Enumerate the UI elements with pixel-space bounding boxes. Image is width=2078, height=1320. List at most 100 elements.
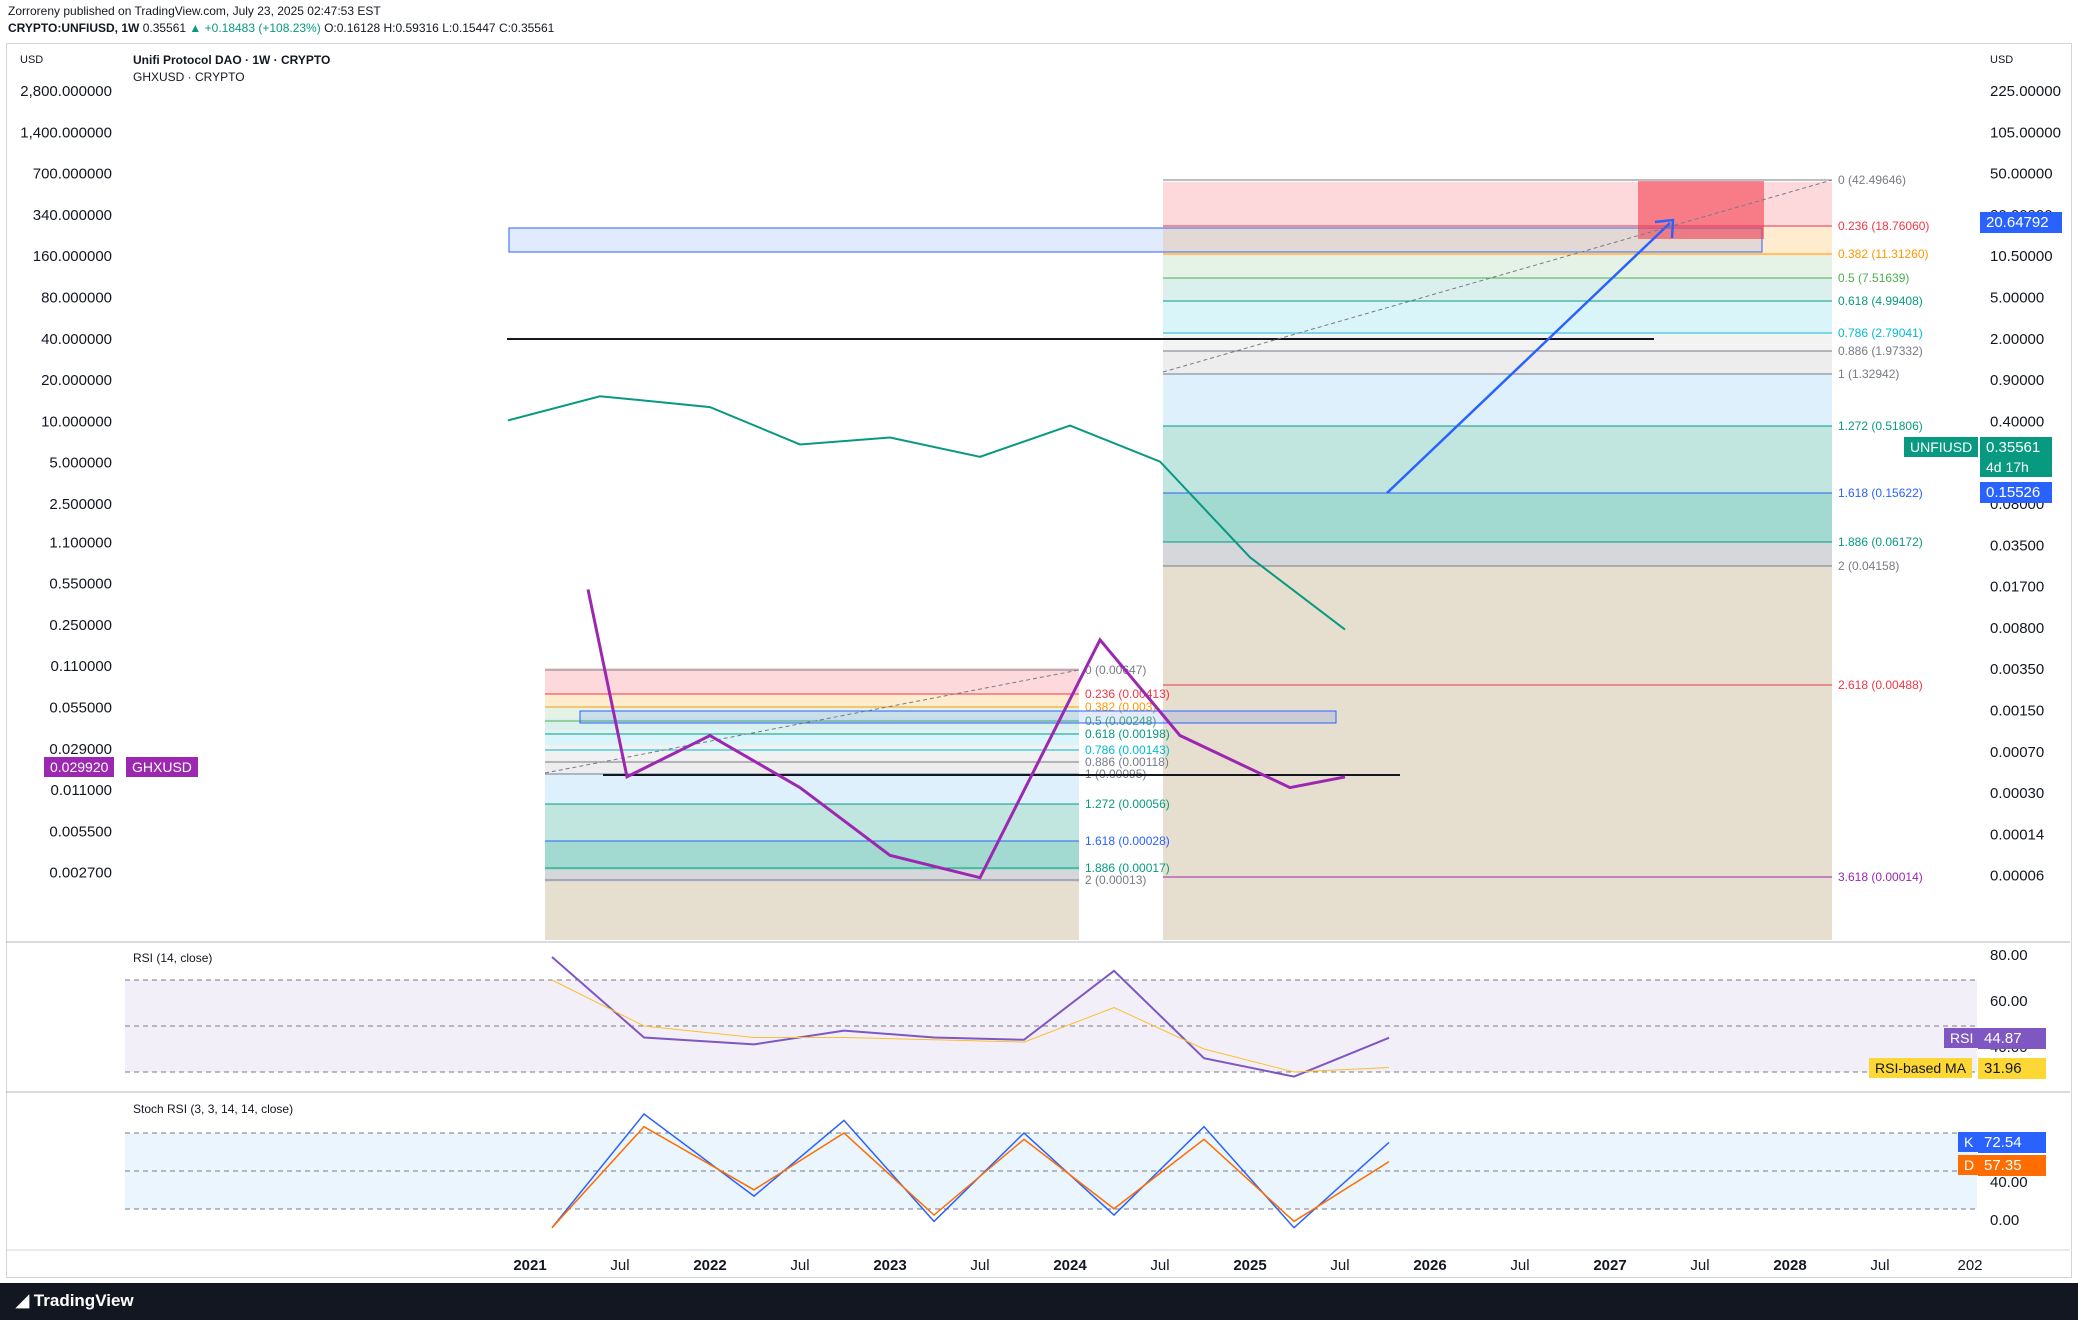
left-axis-tick: 0.029000 [49,741,112,758]
left-axis-tick: 0.550000 [49,576,112,593]
right-axis-tick: 0.00150 [1990,703,2044,720]
ghx-fib-zone [545,668,1079,694]
x-axis-tick: Jul [790,1257,809,1274]
x-axis-tick: 2024 [1053,1257,1087,1274]
range-box [579,710,1337,724]
unfi-fib-zone [1163,566,1832,940]
left-axis-tick: 160.000000 [33,248,112,265]
rsi-title: RSI (14, close) [133,951,213,965]
unfi-fib-label: 1.886 (0.06172) [1838,535,1923,549]
right-axis-tick: 0.90000 [1990,372,2044,389]
left-axis-tick: 0.011000 [51,782,112,799]
x-axis-tick: Jul [1510,1257,1529,1274]
ghx-fib-zone [545,773,1079,804]
d-value-badge: 57.35 [1978,1155,2046,1176]
unfi-fib-zone [1163,278,1832,300]
unfi-fib-label: 1.272 (0.51806) [1838,419,1923,433]
right-axis-tick: 0.03500 [1990,537,2044,554]
unfi-fib-label: 0.5 (7.51639) [1838,271,1909,285]
right-axis-tick: 0.00014 [1990,826,2044,843]
unfi-fib-label: 2.618 (0.00488) [1838,678,1923,692]
left-axis-tick: 80.000000 [41,290,112,307]
logo-text: TradingView [33,1291,134,1310]
x-axis-tick: Jul [970,1257,989,1274]
ghx-fib-label: 0.618 (0.00198) [1085,727,1170,741]
rsi-tick: 60.00 [1990,993,2028,1010]
unfi-fib-label: 0 (42.49646) [1838,173,1906,187]
ghx-fib-zone [545,745,1079,760]
unfi-fib-zone [1163,332,1832,351]
rsi-ma-value-badge: 31.96 [1978,1058,2046,1079]
rsi-ma-label-badge: RSI-based MA [1869,1058,1973,1078]
ghx-fib-label: 0 (0.00647) [1085,663,1146,677]
right-axis-tick: 50.00000 [1990,166,2053,183]
ghx-name-badge: GHXUSD [126,757,198,777]
right-currency: USD [1990,54,2014,66]
level-low-badge: 0.15526 [1980,482,2052,503]
x-axis-tick: 2025 [1233,1257,1266,1274]
left-currency: USD [20,54,44,66]
left-axis-tick: 10.000000 [41,413,112,430]
chart-legend-title: Unifi Protocol DAO · 1W · CRYPTO [133,53,331,67]
range-box [508,227,1763,253]
x-axis-tick: 2027 [1593,1257,1626,1274]
x-axis-tick: Jul [1330,1257,1349,1274]
d-label-badge: D [1958,1155,1981,1175]
rsi-tick: 80.00 [1990,947,2028,964]
left-axis-tick: 2,800.000000 [20,83,112,100]
unfi-fib-label: 0.236 (18.76060) [1838,219,1929,233]
k-value-badge: 72.54 [1978,1132,2046,1153]
unfi-fib-label: 0.382 (11.31260) [1838,247,1929,261]
stoch-tick: 0.00 [1990,1212,2019,1229]
x-axis-tick: Jul [1690,1257,1709,1274]
unfi-countdown-badge: 4d 17h [1980,457,2052,477]
x-axis-tick: 202 [1957,1257,1982,1274]
left-axis-tick: 5.000000 [49,455,112,472]
right-axis-tick: 0.00350 [1990,661,2044,678]
left-axis-tick: 2.500000 [49,496,112,513]
left-axis-tick: 0.002700 [49,865,112,882]
x-axis-tick: 2021 [513,1257,546,1274]
unfi-fib-label: 0.786 (2.79041) [1838,326,1923,340]
ghx-fib-label: 0.236 (0.00413) [1085,687,1170,701]
stoch-title: Stoch RSI (3, 3, 14, 14, close) [133,1102,294,1116]
unfi-fib-zone [1163,256,1832,278]
x-axis-tick: 2026 [1413,1257,1446,1274]
left-axis-tick: 700.000000 [33,166,112,183]
right-axis-tick: 225.00000 [1990,83,2061,100]
chart-legend-sub: GHXUSD · CRYPTO [133,70,245,84]
right-axis-tick: 0.00006 [1990,868,2044,885]
left-axis-tick: 0.005500 [49,823,112,840]
tradingview-logo[interactable]: ◢ TradingView [16,1291,134,1311]
x-axis-tick: 2023 [873,1257,906,1274]
unfi-fib-label: 1 (1.32942) [1838,367,1899,381]
left-axis-tick: 20.000000 [41,372,112,389]
rsi-value-badge: 44.87 [1978,1028,2046,1049]
x-axis-tick: 2022 [693,1257,726,1274]
chart-canvas[interactable]: 0 (42.49646) 0.236 (18.76060) 0.382 (11.31… [0,0,2078,1283]
right-axis-tick: 5.00000 [1990,290,2044,307]
left-axis-tick: 1,400.000000 [20,124,112,141]
ghx-fib-zone [545,694,1079,706]
left-axis-tick: 40.000000 [41,331,112,348]
ghx-fib-label: 2 (0.00013) [1085,873,1146,887]
unfi-fib-zone [1163,351,1832,374]
left-axis-tick: 1.100000 [49,534,112,551]
right-axis-tick: 105.00000 [1990,124,2061,141]
ghx-fib-label: 1.272 (0.00056) [1085,797,1170,811]
x-axis-tick: Jul [1870,1257,1889,1274]
left-axis-tick: 0.110000 [51,658,112,675]
level-top-badge: 20.64792 [1980,212,2062,233]
right-axis-tick: 0.40000 [1990,413,2044,430]
ghx-price-badge: 0.029920 [44,757,115,777]
unfi-fib-label: 3.618 (0.00014) [1838,870,1923,884]
stoch-tick: 40.00 [1990,1174,2028,1191]
rsi-label-badge: RSI [1944,1028,1980,1048]
unfi-fib-zone [1163,300,1832,332]
right-axis-tick: 0.00070 [1990,744,2044,761]
k-label-badge: K [1958,1132,1980,1152]
unfi-fib-zone [1163,542,1832,566]
x-axis-tick: 2028 [1773,1257,1806,1274]
right-axis-tick: 0.00800 [1990,620,2044,637]
x-axis-tick: Jul [1150,1257,1169,1274]
